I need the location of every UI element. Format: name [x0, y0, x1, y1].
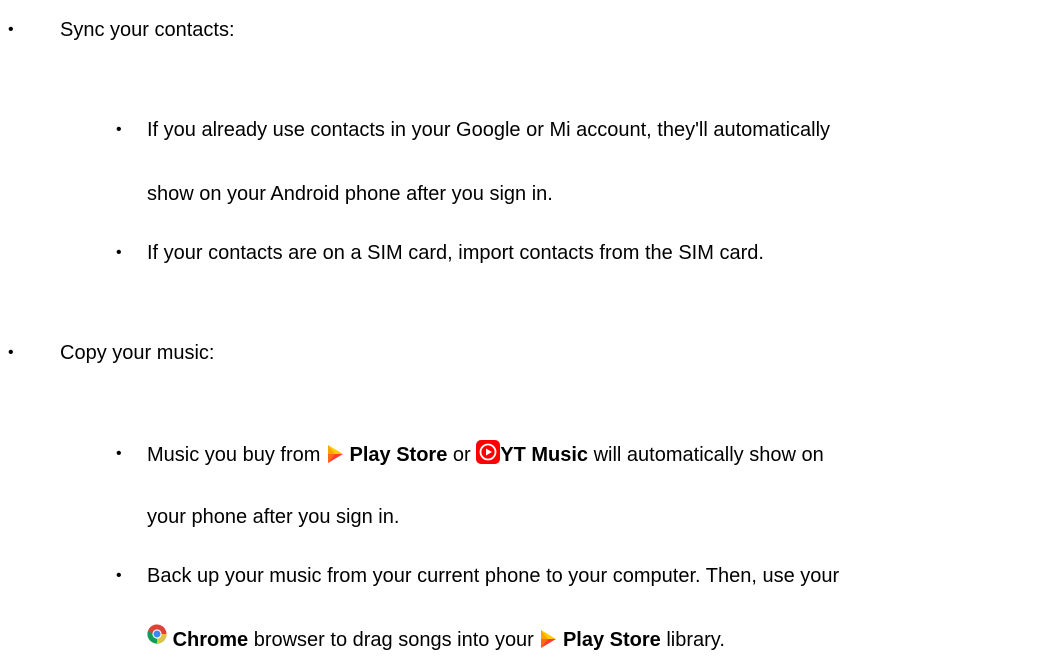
- list-item-text: Back up your music from your current pho…: [147, 565, 840, 587]
- text-run: browser to drag songs into your: [248, 629, 540, 651]
- app-name-chrome: Chrome: [172, 629, 249, 651]
- list-item-text: If your contacts are on a SIM card, impo…: [147, 242, 764, 264]
- app-name-play-store: Play Store: [349, 444, 448, 466]
- app-name-play-store: Play Store: [562, 629, 661, 651]
- list-item-text: show on your Android phone after you sig…: [147, 183, 553, 205]
- bullet: •: [116, 445, 122, 462]
- chrome-icon: [147, 624, 167, 644]
- list-item-text: your phone after you sign in.: [147, 506, 400, 528]
- bullet: •: [8, 21, 14, 38]
- bullet: •: [116, 244, 122, 261]
- text-run: library.: [660, 629, 725, 651]
- app-name-yt-music: YT Music: [500, 444, 589, 466]
- list-item-text: If you already use contacts in your Goog…: [147, 119, 831, 141]
- list-item-text: Chrome browser to drag songs into your P…: [147, 624, 725, 654]
- text-run: or: [447, 444, 477, 466]
- text-run: Music you buy from: [147, 444, 326, 466]
- play-store-icon: [326, 444, 344, 464]
- play-store-icon: [539, 629, 557, 649]
- section-heading-contacts: Sync your contacts:: [60, 19, 235, 41]
- section-heading-music: Copy your music:: [60, 342, 215, 364]
- yt-music-icon: [476, 440, 501, 464]
- bullet: •: [116, 121, 122, 138]
- document-body: • Sync your contacts: • If you already u…: [0, 0, 1045, 661]
- text-run: will automatically show on: [588, 444, 824, 466]
- bullet: •: [8, 344, 14, 361]
- bullet: •: [116, 567, 122, 584]
- list-item-text: Music you buy from Play Store or YT Musi…: [147, 440, 824, 469]
